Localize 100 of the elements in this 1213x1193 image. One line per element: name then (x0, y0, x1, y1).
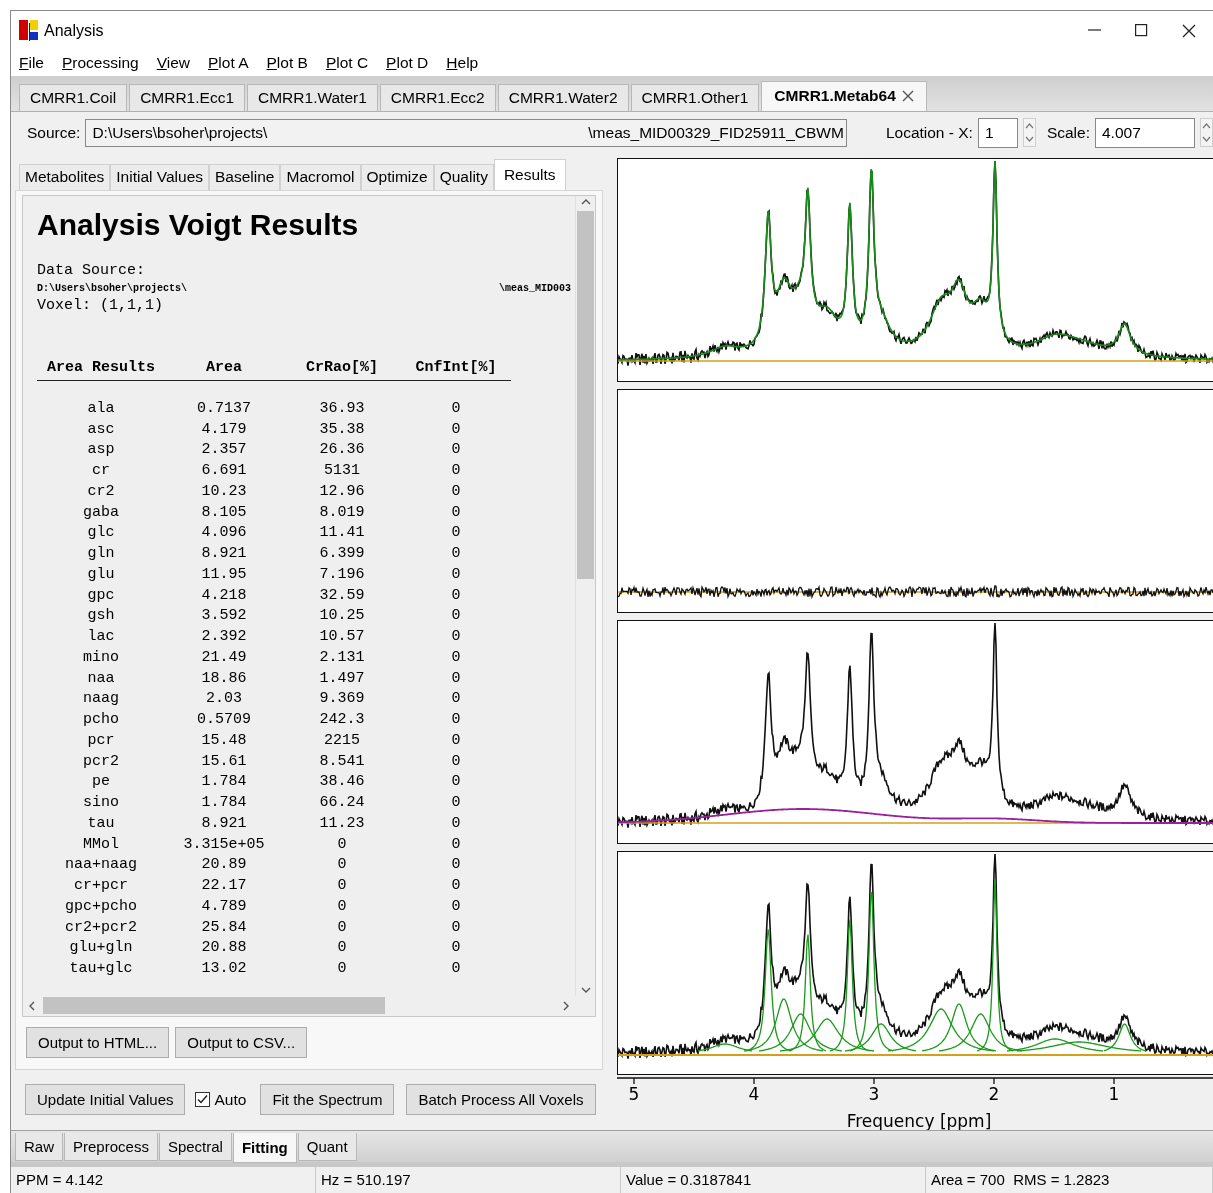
table-cell-text: 0 (450, 544, 462, 565)
table-cell-text: sino (82, 793, 120, 814)
tab[interactable]: CMRR1.Water2 (497, 83, 629, 111)
tab[interactable]: Metabolites (19, 164, 111, 190)
location-field[interactable]: 1 (977, 117, 1018, 148)
close-icon[interactable] (901, 90, 914, 103)
checkbox[interactable] (195, 1092, 211, 1108)
table-cell-text: 13.02 (200, 959, 248, 980)
axis-tick-label: 5 (628, 1084, 640, 1104)
menu-item[interactable]: Processing (62, 54, 139, 73)
data-source-label: Data Source: (37, 262, 146, 280)
tab[interactable]: Macromol (280, 164, 361, 190)
table-cell-text: 21.49 (200, 648, 248, 668)
table-cell-text: 0 (336, 897, 348, 917)
menu-item[interactable]: Plot B (266, 54, 308, 73)
table-cell-text: 0 (450, 585, 462, 606)
table-cell-text: tau (86, 814, 116, 834)
tab[interactable]: Spectral (158, 1133, 232, 1161)
tab[interactable]: CMRR1.Other1 (630, 83, 760, 111)
menu-item[interactable]: Plot A (208, 54, 249, 73)
maximize-icon[interactable] (1135, 23, 1148, 37)
tab[interactable]: Fitting (232, 1133, 297, 1163)
tab[interactable]: CMRR1.Ecc2 (379, 83, 496, 111)
table-cell-text: 0 (450, 482, 462, 502)
status-text: Area = 700 RMS = 1.2823 (926, 1167, 1213, 1193)
tab[interactable]: Results (493, 159, 566, 190)
update-button[interactable]: Update Initial Values (25, 1084, 186, 1116)
tab[interactable]: Raw (15, 1133, 63, 1161)
table-cell-text: 0 (450, 855, 462, 876)
column-header: Area Results (37, 359, 165, 381)
table-cell-text: 0 (450, 959, 462, 980)
table-cell-text: glu (86, 565, 116, 585)
table-cell-text: 0 (450, 461, 462, 482)
output-button[interactable]: Output to HTML... (26, 1027, 170, 1058)
tab[interactable]: CMRR1.Water1 (247, 83, 378, 111)
tab[interactable]: CMRR1.Coil (19, 83, 128, 111)
scrollbar-thumb[interactable] (577, 211, 594, 579)
table-cell-text: 0 (450, 731, 462, 751)
table-cell-text: 8.921 (200, 544, 248, 565)
spin-arrows-icon[interactable] (1022, 118, 1036, 148)
table-cell-text: 8.019 (318, 502, 366, 523)
table-cell-text: 10.57 (318, 627, 366, 648)
column-header: Area (165, 359, 283, 381)
tab[interactable]: Quant (297, 1133, 357, 1161)
table-cell-text: 0 (450, 668, 462, 689)
table-cell-text: glc (86, 523, 116, 544)
source-field[interactable]: D:\Users\bsoher\projects\ \meas_MID00329_FID25911_CBWM (85, 118, 847, 147)
menu-item[interactable]: View (156, 54, 190, 73)
table-cell-text: 242.3 (318, 710, 366, 731)
table-cell-text: 2.357 (200, 440, 248, 461)
table-cell-text: 0.5709 (196, 710, 252, 731)
tab[interactable]: Preprocess (64, 1133, 158, 1161)
close-icon[interactable] (1182, 23, 1196, 38)
menu-item[interactable]: Help (446, 54, 479, 73)
menu-item[interactable]: Plot D (386, 54, 429, 73)
axis-tick-label: 3 (868, 1084, 880, 1104)
table-cell-text: cr2 (86, 482, 116, 502)
scale-field[interactable]: 4.007 (1095, 117, 1195, 148)
menu-item[interactable]: Plot C (325, 54, 369, 73)
table-cell-text: gsh (86, 606, 116, 627)
table-cell-text: pcr (86, 731, 116, 751)
spin-arrows-icon[interactable] (1200, 118, 1213, 148)
scroll-left-icon[interactable] (27, 1000, 37, 1012)
table-cell-text: 38.46 (318, 772, 366, 793)
table-cell-text: mino (82, 648, 120, 668)
table-cell-text: 0 (336, 834, 348, 855)
table-cell-text: 11.41 (318, 523, 366, 544)
tab[interactable]: Quality (433, 164, 494, 190)
table-cell-text: cr2+pcr2 (64, 917, 138, 938)
tab[interactable]: CMRR1.Metab64 (761, 80, 927, 111)
table-cell-text: asp (86, 440, 116, 461)
tab[interactable]: CMRR1.Ecc1 (129, 83, 245, 111)
table-cell-text: 1.497 (318, 668, 366, 689)
column-header: CnfInt[%] (401, 359, 511, 381)
table-cell-text: gaba (82, 502, 120, 523)
checkbox-label: Auto (214, 1091, 247, 1109)
table-cell-text: 15.61 (200, 751, 248, 772)
table-cell-text: 6.399 (318, 544, 366, 565)
table-cell-text: MMol (82, 834, 120, 855)
menu-item[interactable]: File (19, 54, 44, 73)
batch-button[interactable]: Batch Process All Voxels (406, 1084, 596, 1116)
table-cell-text: 4.096 (200, 523, 248, 544)
table-cell-text: 22.17 (200, 876, 248, 897)
scroll-right-icon[interactable] (561, 1000, 571, 1012)
table-cell-text: 0.7137 (196, 399, 252, 419)
table-cell-text: 8.921 (200, 814, 248, 834)
tab[interactable]: Initial Values (110, 164, 209, 190)
output-button[interactable]: Output to CSV... (175, 1027, 308, 1058)
data-source-path: D:\Users\bsoher\projects\ (37, 282, 188, 296)
table-cell-text: 11.95 (200, 565, 248, 585)
scrollbar-thumb[interactable] (43, 997, 385, 1015)
tab[interactable]: Optimize (360, 164, 434, 190)
table-cell-text: 0 (336, 876, 348, 897)
tab[interactable]: Baseline (209, 164, 281, 190)
fit-button[interactable]: Fit the Spectrum (260, 1084, 395, 1116)
table-cell-text: 8.105 (200, 502, 248, 523)
table-cell-text: gpc+pcho (64, 897, 138, 917)
table-cell-text: 0 (450, 502, 462, 523)
table-cell-text: lac (86, 627, 116, 648)
table-cell-text: 0 (336, 855, 348, 876)
